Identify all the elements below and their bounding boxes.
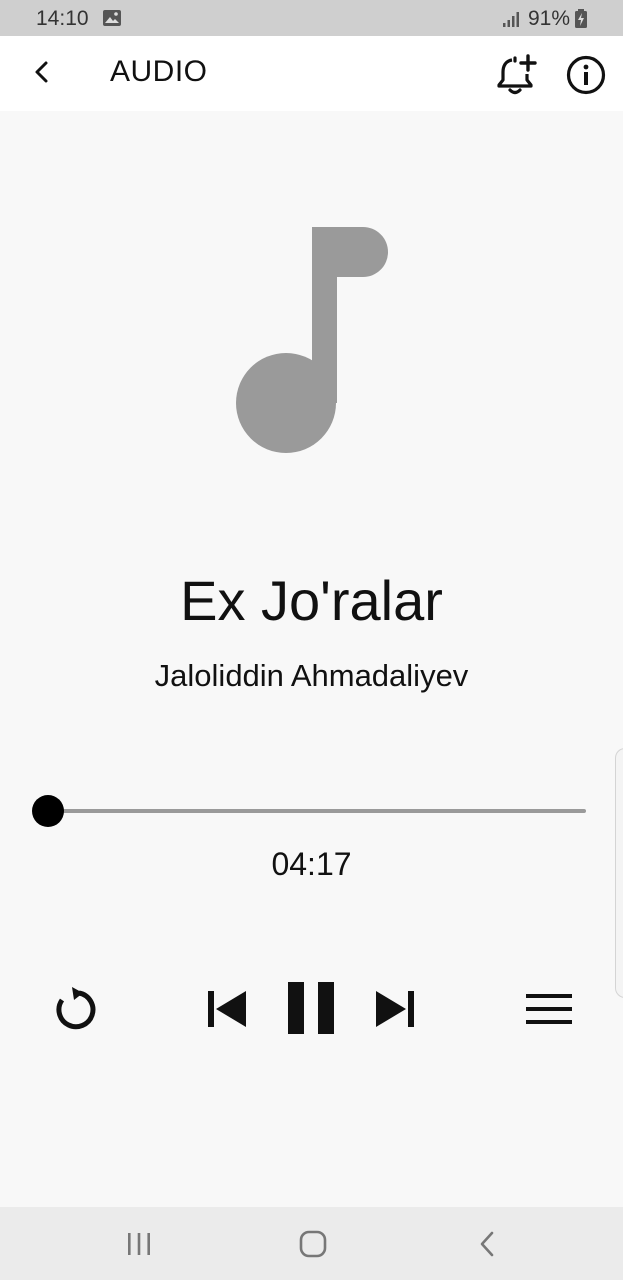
track-duration: 04:17: [271, 846, 352, 882]
info-button[interactable]: [565, 54, 607, 96]
repeat-button[interactable]: [50, 984, 98, 1034]
status-time: 14:10: [36, 7, 89, 30]
battery-percent: 91%: [528, 7, 571, 30]
page-title: AUDIO: [110, 55, 208, 88]
back-icon: [476, 1231, 498, 1263]
album-artwork: [230, 222, 395, 462]
edge-panel-handle[interactable]: [615, 748, 623, 998]
back-arrow-icon: [32, 60, 52, 89]
music-note-icon: [230, 227, 395, 466]
skip-next-icon: [372, 991, 418, 1034]
system-nav-bar: [0, 1207, 623, 1280]
home-button[interactable]: [298, 1229, 328, 1259]
seek-bar-thumb[interactable]: [32, 795, 64, 827]
image-icon: [102, 9, 122, 32]
skip-previous-icon: [204, 991, 250, 1034]
signal-icon: [502, 10, 522, 33]
repeat-icon: [50, 987, 98, 1038]
queue-button[interactable]: [524, 990, 574, 1028]
home-icon: [298, 1230, 328, 1263]
back-button[interactable]: [22, 54, 62, 94]
recents-icon: [124, 1233, 154, 1261]
seek-bar[interactable]: [48, 809, 586, 813]
system-back-button[interactable]: [476, 1229, 498, 1259]
pause-button[interactable]: [284, 980, 338, 1036]
status-bar: 14:10 91%: [0, 0, 623, 36]
add-reminder-button[interactable]: [494, 52, 540, 98]
next-track-button[interactable]: [372, 988, 418, 1030]
info-icon: [565, 55, 607, 100]
song-title: Ex Jo'ralar: [180, 569, 443, 632]
previous-track-button[interactable]: [204, 988, 250, 1030]
recents-button[interactable]: [124, 1231, 154, 1257]
battery-charging-icon: [574, 9, 588, 34]
song-artist: Jaloliddin Ahmadaliyev: [154, 658, 469, 693]
app-bar: AUDIO: [0, 36, 623, 111]
bell-plus-icon: [494, 54, 540, 102]
pause-icon: [284, 982, 338, 1040]
queue-list-icon: [524, 994, 574, 1032]
